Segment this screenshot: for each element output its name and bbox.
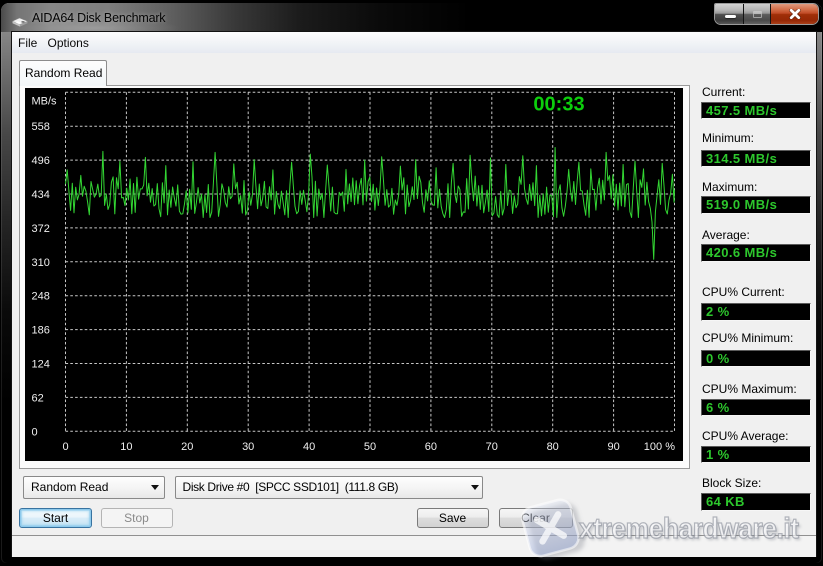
svg-text:90: 90 bbox=[607, 441, 619, 453]
svg-text:434: 434 bbox=[32, 189, 50, 201]
svg-text:558: 558 bbox=[32, 121, 50, 133]
svg-text:00:33: 00:33 bbox=[533, 94, 584, 116]
svg-text:310: 310 bbox=[32, 257, 50, 269]
svg-text:372: 372 bbox=[32, 223, 50, 235]
svg-text:80: 80 bbox=[547, 441, 559, 453]
svg-text:124: 124 bbox=[32, 359, 50, 371]
svg-text:100 %: 100 % bbox=[644, 441, 675, 453]
svg-text:62: 62 bbox=[32, 392, 44, 404]
svg-text:20: 20 bbox=[181, 441, 193, 453]
svg-text:10: 10 bbox=[120, 441, 132, 453]
svg-text:186: 186 bbox=[32, 325, 50, 337]
svg-text:30: 30 bbox=[242, 441, 254, 453]
svg-text:MB/s: MB/s bbox=[32, 96, 58, 108]
svg-text:70: 70 bbox=[486, 441, 498, 453]
svg-text:40: 40 bbox=[303, 441, 315, 453]
svg-text:60: 60 bbox=[425, 441, 437, 453]
svg-text:248: 248 bbox=[32, 291, 50, 303]
svg-text:0: 0 bbox=[62, 441, 68, 453]
svg-text:0: 0 bbox=[32, 426, 38, 438]
svg-text:496: 496 bbox=[32, 155, 50, 167]
svg-text:50: 50 bbox=[364, 441, 376, 453]
